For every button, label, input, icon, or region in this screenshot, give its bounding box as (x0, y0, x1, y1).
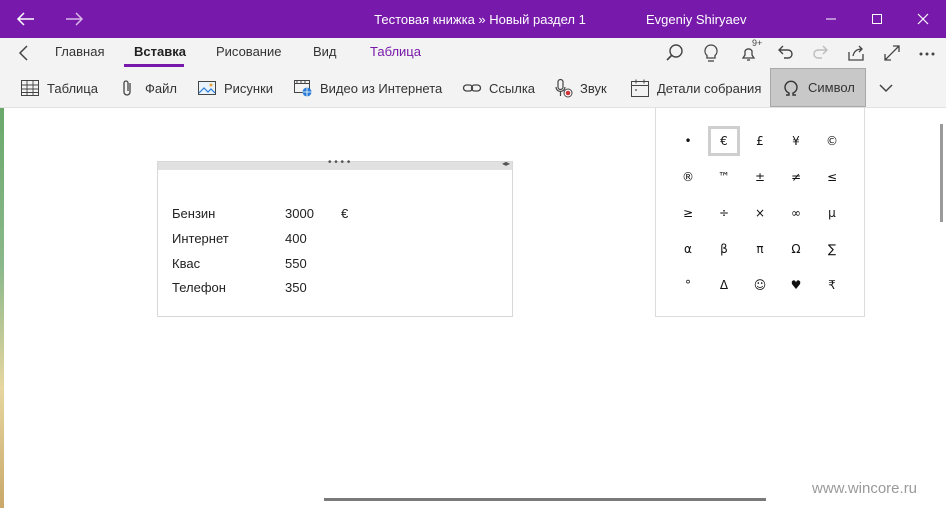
user-name[interactable]: Evgeniy Shiryaev (646, 12, 746, 27)
table-icon (21, 80, 39, 96)
tab-insert[interactable]: Вставка (134, 44, 186, 59)
symbol-bullet[interactable]: • (672, 126, 704, 156)
horizontal-scrollbar[interactable] (324, 498, 766, 501)
tab-view[interactable]: Вид (313, 44, 337, 59)
table-cell-item[interactable]: Квас (172, 256, 200, 271)
microphone-icon (555, 78, 573, 98)
fullscreen-icon[interactable] (881, 42, 903, 64)
symbol-copyright[interactable]: © (816, 126, 848, 156)
picture-icon (198, 81, 216, 95)
forward-arrow-icon[interactable] (64, 9, 84, 29)
insert-online-video-label: Видео из Интернета (320, 80, 443, 96)
note-drag-handle[interactable]: • • • • ◂▸ (158, 158, 512, 170)
insert-table-label: Таблица (47, 80, 98, 96)
symbol-micro[interactable]: µ (816, 198, 848, 228)
tab-home[interactable]: Главная (55, 44, 104, 59)
undo-icon[interactable] (774, 42, 796, 64)
ribbon-tabs: Главная Вставка Рисование Вид Таблица 9+ (0, 38, 946, 68)
meeting-details-label: Детали собрания (657, 80, 762, 96)
symbol-smiley[interactable]: ☺ (744, 270, 776, 300)
vertical-scrollbar[interactable] (940, 124, 943, 222)
insert-file-button[interactable]: Файл (118, 74, 177, 102)
table-cell-amount[interactable]: 350 (285, 280, 307, 295)
tab-draw[interactable]: Рисование (216, 44, 281, 59)
symbol-plus-minus[interactable]: ± (744, 162, 776, 192)
symbol-infinity[interactable]: ∞ (780, 198, 812, 228)
symbol-rupee[interactable]: ₹ (816, 270, 848, 300)
symbol-delta[interactable]: Δ (708, 270, 740, 300)
note-container[interactable]: • • • • ◂▸ Бензин 3000 € Интернет 400 Кв… (157, 158, 513, 317)
watermark: www.wincore.ru (812, 480, 918, 497)
insert-symbol-label: Символ (808, 80, 855, 95)
table-cell-currency[interactable]: € (341, 206, 348, 221)
insert-link-label: Ссылка (489, 80, 536, 96)
insert-online-video-button[interactable]: Видео из Интернета (293, 74, 442, 102)
back-arrow-icon[interactable] (16, 9, 36, 29)
window-title: Тестовая книжка » Новый раздел 1 (374, 12, 586, 27)
insert-pictures-label: Рисунки (224, 80, 274, 96)
insert-toolbar: Таблица Файл Рисунки Видео из Интернета … (0, 68, 946, 108)
symbol-pi[interactable]: π (744, 234, 776, 264)
collapse-chevron-icon[interactable] (14, 43, 34, 63)
search-icon[interactable] (664, 42, 686, 64)
insert-symbol-button[interactable]: Символ (770, 68, 866, 107)
share-icon[interactable] (845, 42, 867, 64)
symbol-pound[interactable]: £ (744, 126, 776, 156)
lightbulb-icon[interactable] (700, 42, 722, 64)
desktop-background-edge (0, 108, 4, 508)
symbol-picker-popup: • € £ ¥ © ® ™ ± ≠ ≤ ≥ ÷ × ∞ µ α β π Ω ∑ … (655, 108, 865, 317)
symbol-beta[interactable]: β (708, 234, 740, 264)
symbol-omega[interactable]: Ω (780, 234, 812, 264)
table-cell-item[interactable]: Интернет (172, 231, 229, 246)
maximize-button[interactable] (854, 4, 900, 34)
active-tab-indicator (124, 64, 184, 67)
symbol-euro[interactable]: € (708, 126, 740, 156)
insert-link-button[interactable]: Ссылка (462, 74, 535, 102)
symbol-divide[interactable]: ÷ (708, 198, 740, 228)
insert-audio-button[interactable]: Звук (553, 74, 607, 102)
symbol-alpha[interactable]: α (672, 234, 704, 264)
paperclip-icon (123, 80, 131, 96)
calendar-icon (631, 79, 649, 97)
meeting-details-button[interactable]: Детали собрания (630, 74, 761, 102)
symbol-less-equal[interactable]: ≤ (816, 162, 848, 192)
close-button[interactable] (900, 4, 946, 34)
symbol-not-equal[interactable]: ≠ (780, 162, 812, 192)
symbol-yen[interactable]: ¥ (780, 126, 812, 156)
tab-table[interactable]: Таблица (370, 44, 421, 59)
symbol-registered[interactable]: ® (672, 162, 704, 192)
redo-icon[interactable] (810, 42, 832, 64)
symbol-sum[interactable]: ∑ (816, 234, 848, 264)
minimize-button[interactable] (808, 4, 854, 34)
insert-audio-label: Звук (580, 80, 607, 96)
online-video-icon (294, 80, 312, 97)
insert-file-label: Файл (145, 80, 177, 96)
symbol-multiply[interactable]: × (744, 198, 776, 228)
toolbar-overflow-chevron-icon[interactable] (876, 78, 896, 98)
symbol-heart[interactable]: ♥ (780, 270, 812, 300)
table-cell-item[interactable]: Телефон (172, 280, 226, 295)
notification-badge: 9+ (752, 38, 763, 48)
symbol-trademark[interactable]: ™ (708, 162, 740, 192)
table-cell-amount[interactable]: 3000 (285, 206, 314, 221)
table-cell-item[interactable]: Бензин (172, 206, 215, 221)
title-bar: Тестовая книжка » Новый раздел 1 Evgeniy… (0, 0, 946, 38)
symbol-degree[interactable]: ° (672, 270, 704, 300)
drag-dots-icon[interactable]: • • • • (328, 158, 350, 168)
insert-pictures-button[interactable]: Рисунки (197, 74, 273, 102)
symbol-greater-equal[interactable]: ≥ (672, 198, 704, 228)
table-cell-amount[interactable]: 400 (285, 231, 307, 246)
resize-arrows-icon[interactable]: ◂▸ (502, 159, 510, 169)
table-cell-amount[interactable]: 550 (285, 256, 307, 271)
omega-icon (784, 80, 798, 96)
more-options-icon[interactable] (916, 42, 938, 64)
insert-table-button[interactable]: Таблица (20, 74, 98, 102)
link-icon (462, 84, 482, 92)
